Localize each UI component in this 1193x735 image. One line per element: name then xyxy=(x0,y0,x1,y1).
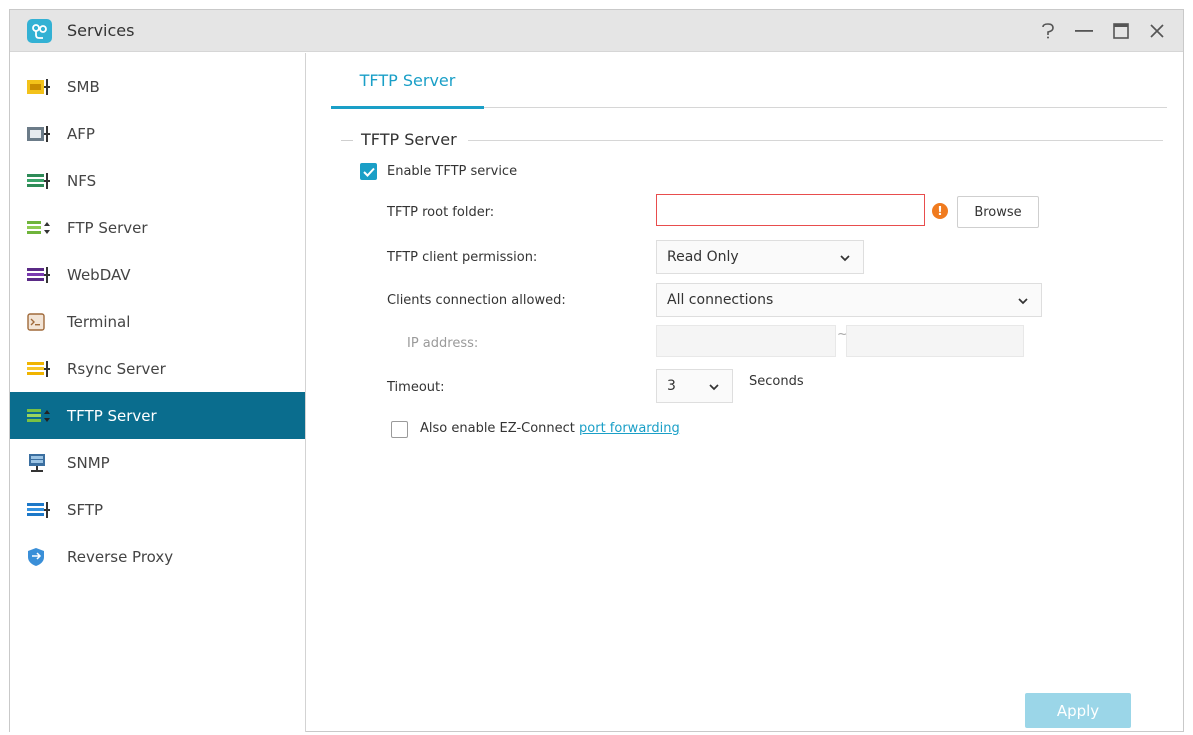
sidebar-item-label: SNMP xyxy=(67,453,110,472)
client-permission-value: Read Only xyxy=(667,249,739,265)
smb-icon xyxy=(26,77,52,97)
tab-tftp-server[interactable]: TFTP Server xyxy=(331,53,484,108)
chevron-down-icon xyxy=(709,384,719,391)
sidebar-item-smb[interactable]: SMB xyxy=(10,63,305,110)
sidebar-item-label: AFP xyxy=(67,124,95,143)
ftp-server-icon xyxy=(26,218,52,238)
sidebar-item-rsync-server[interactable]: Rsync Server xyxy=(10,345,305,392)
sidebar-item-label: TFTP Server xyxy=(67,406,157,425)
services-window: Services SMB AFP NFS FTP Server WebDAV T… xyxy=(9,9,1184,732)
sidebar-item-sftp[interactable]: SFTP xyxy=(10,486,305,533)
sidebar-item-label: Rsync Server xyxy=(67,359,166,378)
timeout-unit: Seconds xyxy=(749,374,804,389)
afp-icon xyxy=(26,124,52,144)
sidebar-item-label: Terminal xyxy=(67,312,131,331)
client-permission-label: TFTP client permission: xyxy=(387,250,538,265)
sidebar-item-label: SFTP xyxy=(67,500,104,519)
main-content: TFTP Server TFTP Server Enable TFTP serv… xyxy=(307,53,1185,732)
snmp-icon xyxy=(26,453,52,473)
sidebar-item-snmp[interactable]: SNMP xyxy=(10,439,305,486)
section-title: TFTP Server xyxy=(361,130,457,149)
rsync-server-icon xyxy=(26,359,52,379)
ez-connect-label: Also enable EZ-Connect port forwarding xyxy=(420,421,680,436)
active-tab-indicator xyxy=(331,106,484,109)
sidebar-item-label: Reverse Proxy xyxy=(67,547,174,566)
root-folder-input[interactable] xyxy=(656,194,925,226)
browse-button[interactable]: Browse xyxy=(957,196,1039,228)
services-app-icon xyxy=(27,19,52,43)
reverse-proxy-icon xyxy=(26,547,52,567)
nfs-icon xyxy=(26,171,52,191)
chevron-down-icon xyxy=(840,255,850,262)
sftp-icon xyxy=(26,500,52,520)
ez-connect-text: Also enable EZ-Connect xyxy=(420,421,580,436)
sidebar-item-afp[interactable]: AFP xyxy=(10,110,305,157)
window-title: Services xyxy=(67,21,135,40)
webdav-icon xyxy=(26,265,52,285)
sidebar: SMB AFP NFS FTP Server WebDAV Terminal R… xyxy=(10,53,306,732)
ip-address-label: IP address: xyxy=(407,336,479,351)
fieldset-divider-right xyxy=(468,140,1163,141)
warning-icon: ! xyxy=(932,203,948,219)
ip-address-end-input[interactable] xyxy=(846,325,1024,357)
fieldset-divider-left xyxy=(341,140,353,141)
root-folder-label: TFTP root folder: xyxy=(387,205,495,220)
connection-allowed-value: All connections xyxy=(667,292,774,308)
chevron-down-icon xyxy=(1018,298,1028,305)
sidebar-item-label: FTP Server xyxy=(67,218,148,237)
enable-tftp-checkbox[interactable] xyxy=(360,163,377,180)
tftp-server-icon xyxy=(26,406,52,426)
sidebar-item-terminal[interactable]: Terminal xyxy=(10,298,305,345)
title-bar: Services xyxy=(10,10,1183,52)
timeout-select[interactable]: 3 xyxy=(656,369,733,403)
maximize-icon[interactable] xyxy=(1108,18,1134,44)
sidebar-item-reverse-proxy[interactable]: Reverse Proxy xyxy=(10,533,305,580)
sidebar-item-label: WebDAV xyxy=(67,265,131,284)
ez-connect-checkbox[interactable] xyxy=(391,421,408,438)
terminal-icon xyxy=(26,312,52,332)
ip-address-start-input[interactable] xyxy=(656,325,836,357)
enable-tftp-label: Enable TFTP service xyxy=(387,164,518,179)
connection-allowed-select[interactable]: All connections xyxy=(656,283,1042,317)
sidebar-item-tftp-server[interactable]: TFTP Server xyxy=(10,392,305,439)
minimize-icon[interactable] xyxy=(1071,18,1097,44)
connection-allowed-label: Clients connection allowed: xyxy=(387,293,566,308)
port-forwarding-link[interactable]: port forwarding xyxy=(579,421,680,436)
tab-bar: TFTP Server xyxy=(331,53,1167,109)
apply-button[interactable]: Apply xyxy=(1025,693,1131,728)
sidebar-item-label: NFS xyxy=(67,171,97,190)
timeout-value: 3 xyxy=(667,378,676,394)
timeout-label: Timeout: xyxy=(387,380,445,395)
sidebar-item-ftp-server[interactable]: FTP Server xyxy=(10,204,305,251)
close-icon[interactable] xyxy=(1144,18,1170,44)
sidebar-item-label: SMB xyxy=(67,77,100,96)
sidebar-item-nfs[interactable]: NFS xyxy=(10,157,305,204)
client-permission-select[interactable]: Read Only xyxy=(656,240,864,274)
sidebar-item-webdav[interactable]: WebDAV xyxy=(10,251,305,298)
help-icon[interactable] xyxy=(1035,18,1061,44)
